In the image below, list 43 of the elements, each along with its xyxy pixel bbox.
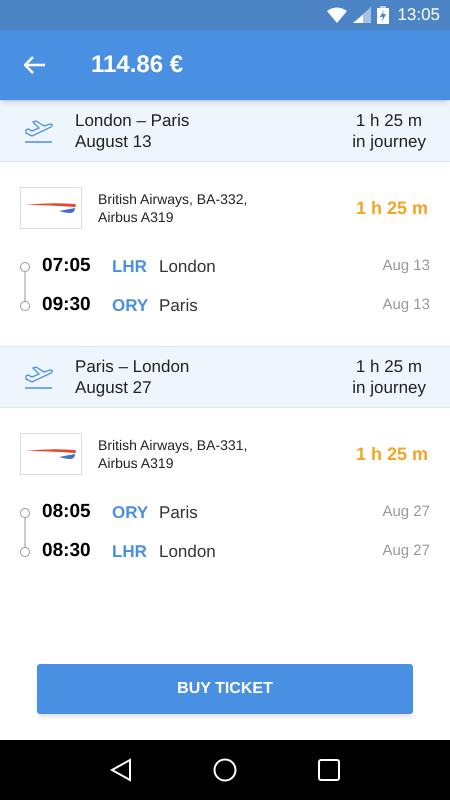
flight-info: British Airways, BA-331, [98, 436, 248, 454]
departure-time: 08:30 [42, 539, 92, 564]
plane-takeoff-icon [24, 119, 54, 143]
price-title: 114.86 € [91, 50, 184, 80]
home-icon[interactable] [212, 758, 237, 782]
wifi-icon [327, 7, 348, 23]
flight-date: Aug 13 [382, 256, 430, 276]
date-label: August 27 [75, 377, 153, 398]
city-name: London [159, 256, 217, 278]
airport-code: LHR [112, 256, 148, 278]
departure-time: 07:05 [42, 254, 92, 278]
clock: 13:05 [397, 4, 440, 26]
airport-code: LHR [112, 540, 148, 563]
recents-icon[interactable] [318, 759, 340, 781]
airline-logo [20, 433, 82, 475]
flight-date: Aug 13 [382, 295, 430, 316]
duration-label: 1 h 25 m [356, 356, 423, 377]
departure-time: 08:05 [42, 500, 92, 524]
departure-time: 09:30 [42, 293, 92, 318]
back-icon[interactable] [110, 758, 132, 782]
battery-icon [377, 6, 390, 24]
flight-date: Aug 27 [382, 502, 430, 522]
airline-logo [20, 187, 82, 229]
duration-note: in journey [352, 377, 426, 398]
signal-icon [353, 7, 372, 23]
route-label: Paris – London [75, 356, 190, 377]
flight-duration: 1 h 25 m [356, 196, 429, 220]
flight-info: Airbus A319 [98, 208, 174, 226]
duration-label: 1 h 25 m [356, 110, 423, 131]
city-name: Paris [159, 502, 199, 524]
airport-code: ORY [112, 294, 150, 317]
city-name: London [159, 540, 217, 563]
date-label: August 13 [75, 131, 153, 152]
plane-takeoff-icon [24, 365, 54, 389]
city-name: Paris [159, 294, 199, 317]
route-label: London – Paris [75, 110, 190, 131]
flight-duration: 1 h 25 m [356, 442, 429, 466]
duration-note: in journey [352, 131, 426, 152]
flight-info: British Airways, BA-332, [98, 190, 248, 208]
flight-info: Airbus A319 [98, 454, 174, 472]
buy-ticket-button[interactable]: BUY TICKET [37, 664, 413, 714]
flight-date: Aug 27 [382, 541, 430, 562]
airport-code: ORY [112, 502, 150, 524]
